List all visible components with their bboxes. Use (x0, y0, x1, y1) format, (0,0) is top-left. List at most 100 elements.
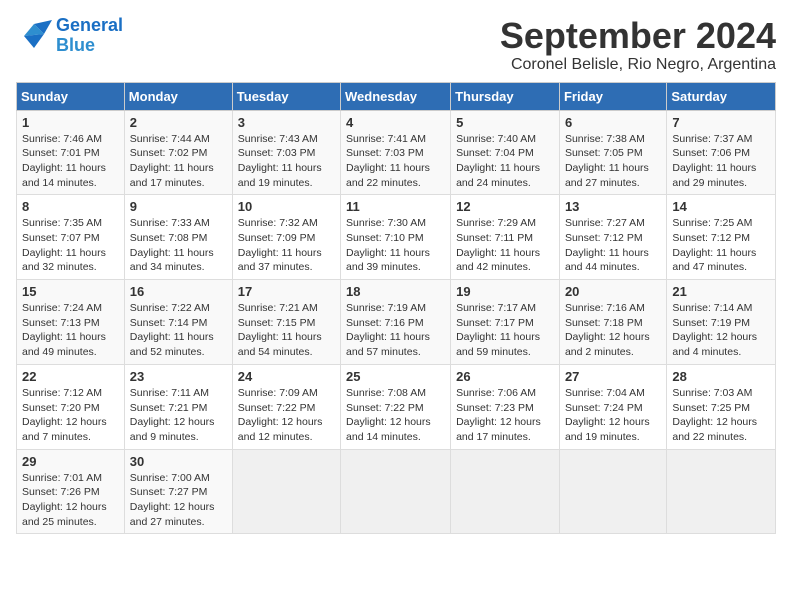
calendar-cell (232, 449, 340, 534)
calendar-cell: 17 Sunrise: 7:21 AMSunset: 7:15 PMDaylig… (232, 280, 340, 365)
day-info: Sunrise: 7:12 AMSunset: 7:20 PMDaylight:… (22, 386, 119, 445)
day-number: 26 (456, 369, 554, 384)
calendar-cell (667, 449, 776, 534)
day-info: Sunrise: 7:21 AMSunset: 7:15 PMDaylight:… (238, 301, 335, 360)
day-number: 2 (130, 115, 227, 130)
calendar-title: September 2024 (500, 16, 776, 56)
day-number: 13 (565, 199, 661, 214)
day-number: 23 (130, 369, 227, 384)
day-info: Sunrise: 7:00 AMSunset: 7:27 PMDaylight:… (130, 471, 227, 530)
calendar-cell: 9 Sunrise: 7:33 AMSunset: 7:08 PMDayligh… (124, 195, 232, 280)
calendar-cell: 8 Sunrise: 7:35 AMSunset: 7:07 PMDayligh… (17, 195, 125, 280)
calendar-week-5: 29 Sunrise: 7:01 AMSunset: 7:26 PMDaylig… (17, 449, 776, 534)
calendar-cell: 12 Sunrise: 7:29 AMSunset: 7:11 PMDaylig… (451, 195, 560, 280)
day-info: Sunrise: 7:24 AMSunset: 7:13 PMDaylight:… (22, 301, 119, 360)
day-number: 14 (672, 199, 770, 214)
calendar-cell (341, 449, 451, 534)
calendar-cell: 28 Sunrise: 7:03 AMSunset: 7:25 PMDaylig… (667, 364, 776, 449)
day-info: Sunrise: 7:32 AMSunset: 7:09 PMDaylight:… (238, 216, 335, 275)
day-info: Sunrise: 7:46 AMSunset: 7:01 PMDaylight:… (22, 132, 119, 191)
day-info: Sunrise: 7:38 AMSunset: 7:05 PMDaylight:… (565, 132, 661, 191)
calendar-cell (451, 449, 560, 534)
day-info: Sunrise: 7:22 AMSunset: 7:14 PMDaylight:… (130, 301, 227, 360)
day-info: Sunrise: 7:16 AMSunset: 7:18 PMDaylight:… (565, 301, 661, 360)
calendar-subtitle: Coronel Belisle, Rio Negro, Argentina (500, 56, 776, 74)
logo: General Blue (16, 16, 123, 56)
logo-icon (16, 20, 52, 52)
day-number: 24 (238, 369, 335, 384)
day-info: Sunrise: 7:06 AMSunset: 7:23 PMDaylight:… (456, 386, 554, 445)
calendar-cell: 4 Sunrise: 7:41 AMSunset: 7:03 PMDayligh… (341, 110, 451, 195)
calendar-week-1: 1 Sunrise: 7:46 AMSunset: 7:01 PMDayligh… (17, 110, 776, 195)
day-info: Sunrise: 7:03 AMSunset: 7:25 PMDaylight:… (672, 386, 770, 445)
page-header: General Blue September 2024 Coronel Beli… (16, 16, 776, 74)
day-number: 22 (22, 369, 119, 384)
calendar-cell: 18 Sunrise: 7:19 AMSunset: 7:16 PMDaylig… (341, 280, 451, 365)
calendar-cell: 13 Sunrise: 7:27 AMSunset: 7:12 PMDaylig… (559, 195, 666, 280)
calendar-cell: 19 Sunrise: 7:17 AMSunset: 7:17 PMDaylig… (451, 280, 560, 365)
calendar-header-row: Sunday Monday Tuesday Wednesday Thursday… (17, 82, 776, 110)
col-sunday: Sunday (17, 82, 125, 110)
day-info: Sunrise: 7:11 AMSunset: 7:21 PMDaylight:… (130, 386, 227, 445)
day-number: 19 (456, 284, 554, 299)
calendar-cell: 27 Sunrise: 7:04 AMSunset: 7:24 PMDaylig… (559, 364, 666, 449)
day-info: Sunrise: 7:41 AMSunset: 7:03 PMDaylight:… (346, 132, 445, 191)
day-number: 16 (130, 284, 227, 299)
calendar-cell: 7 Sunrise: 7:37 AMSunset: 7:06 PMDayligh… (667, 110, 776, 195)
calendar-cell: 2 Sunrise: 7:44 AMSunset: 7:02 PMDayligh… (124, 110, 232, 195)
col-friday: Friday (559, 82, 666, 110)
day-number: 17 (238, 284, 335, 299)
day-info: Sunrise: 7:43 AMSunset: 7:03 PMDaylight:… (238, 132, 335, 191)
title-block: September 2024 Coronel Belisle, Rio Negr… (500, 16, 776, 74)
calendar-cell: 11 Sunrise: 7:30 AMSunset: 7:10 PMDaylig… (341, 195, 451, 280)
col-thursday: Thursday (451, 82, 560, 110)
day-number: 6 (565, 115, 661, 130)
day-info: Sunrise: 7:14 AMSunset: 7:19 PMDaylight:… (672, 301, 770, 360)
logo-text: General Blue (56, 16, 123, 56)
day-info: Sunrise: 7:04 AMSunset: 7:24 PMDaylight:… (565, 386, 661, 445)
day-number: 28 (672, 369, 770, 384)
day-number: 1 (22, 115, 119, 130)
calendar-cell: 1 Sunrise: 7:46 AMSunset: 7:01 PMDayligh… (17, 110, 125, 195)
calendar-week-2: 8 Sunrise: 7:35 AMSunset: 7:07 PMDayligh… (17, 195, 776, 280)
day-info: Sunrise: 7:35 AMSunset: 7:07 PMDaylight:… (22, 216, 119, 275)
day-number: 7 (672, 115, 770, 130)
day-number: 12 (456, 199, 554, 214)
calendar-cell: 16 Sunrise: 7:22 AMSunset: 7:14 PMDaylig… (124, 280, 232, 365)
day-number: 5 (456, 115, 554, 130)
day-number: 20 (565, 284, 661, 299)
day-info: Sunrise: 7:25 AMSunset: 7:12 PMDaylight:… (672, 216, 770, 275)
calendar-cell: 26 Sunrise: 7:06 AMSunset: 7:23 PMDaylig… (451, 364, 560, 449)
day-info: Sunrise: 7:17 AMSunset: 7:17 PMDaylight:… (456, 301, 554, 360)
col-saturday: Saturday (667, 82, 776, 110)
day-info: Sunrise: 7:37 AMSunset: 7:06 PMDaylight:… (672, 132, 770, 191)
day-number: 15 (22, 284, 119, 299)
day-info: Sunrise: 7:08 AMSunset: 7:22 PMDaylight:… (346, 386, 445, 445)
calendar-cell: 5 Sunrise: 7:40 AMSunset: 7:04 PMDayligh… (451, 110, 560, 195)
day-number: 11 (346, 199, 445, 214)
calendar-cell: 22 Sunrise: 7:12 AMSunset: 7:20 PMDaylig… (17, 364, 125, 449)
calendar-cell: 21 Sunrise: 7:14 AMSunset: 7:19 PMDaylig… (667, 280, 776, 365)
day-number: 10 (238, 199, 335, 214)
day-info: Sunrise: 7:09 AMSunset: 7:22 PMDaylight:… (238, 386, 335, 445)
day-number: 9 (130, 199, 227, 214)
day-number: 18 (346, 284, 445, 299)
calendar-cell: 23 Sunrise: 7:11 AMSunset: 7:21 PMDaylig… (124, 364, 232, 449)
day-info: Sunrise: 7:40 AMSunset: 7:04 PMDaylight:… (456, 132, 554, 191)
calendar-week-3: 15 Sunrise: 7:24 AMSunset: 7:13 PMDaylig… (17, 280, 776, 365)
calendar-cell: 29 Sunrise: 7:01 AMSunset: 7:26 PMDaylig… (17, 449, 125, 534)
col-wednesday: Wednesday (341, 82, 451, 110)
col-monday: Monday (124, 82, 232, 110)
day-number: 30 (130, 454, 227, 469)
col-tuesday: Tuesday (232, 82, 340, 110)
calendar-cell: 25 Sunrise: 7:08 AMSunset: 7:22 PMDaylig… (341, 364, 451, 449)
day-info: Sunrise: 7:29 AMSunset: 7:11 PMDaylight:… (456, 216, 554, 275)
calendar-cell: 14 Sunrise: 7:25 AMSunset: 7:12 PMDaylig… (667, 195, 776, 280)
day-number: 25 (346, 369, 445, 384)
day-info: Sunrise: 7:30 AMSunset: 7:10 PMDaylight:… (346, 216, 445, 275)
day-number: 3 (238, 115, 335, 130)
day-info: Sunrise: 7:44 AMSunset: 7:02 PMDaylight:… (130, 132, 227, 191)
calendar-cell: 3 Sunrise: 7:43 AMSunset: 7:03 PMDayligh… (232, 110, 340, 195)
day-number: 29 (22, 454, 119, 469)
calendar-cell: 15 Sunrise: 7:24 AMSunset: 7:13 PMDaylig… (17, 280, 125, 365)
